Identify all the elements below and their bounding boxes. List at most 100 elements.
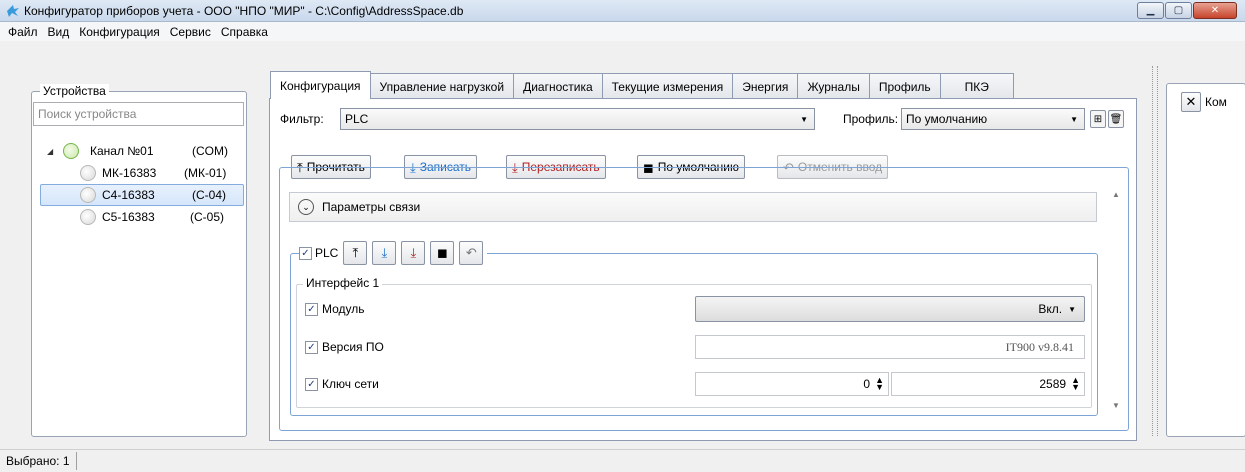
network-key-checkbox[interactable]: ✓ bbox=[305, 377, 318, 391]
save-profile-button[interactable]: ⊞ bbox=[1090, 110, 1106, 128]
tab-pqe[interactable]: ПКЭ bbox=[939, 73, 1014, 99]
plc-checkbox[interactable]: ✓ bbox=[299, 246, 312, 260]
menu-service[interactable]: Сервис bbox=[166, 25, 217, 39]
param-row-firmware: ✓ Версия ПО bbox=[305, 335, 384, 359]
scroll-up-icon[interactable]: ▲ bbox=[1112, 190, 1120, 199]
tree-item-channel[interactable]: ◢ Канал №01 (COM) bbox=[32, 140, 248, 162]
tab-profile[interactable]: Профиль bbox=[868, 73, 941, 99]
menu-help[interactable]: Справка bbox=[217, 25, 274, 39]
interface-title: Интерфейс 1 bbox=[303, 276, 383, 290]
close-icon: ✕ bbox=[1185, 94, 1197, 109]
status-dot-icon bbox=[63, 143, 79, 159]
panel-splitter[interactable] bbox=[1152, 66, 1158, 436]
plc-header: ✓ PLC ⤒ ⤓ ⤓ ◼ ↶ bbox=[299, 241, 488, 265]
chevron-down-icon: ⌄ bbox=[298, 199, 314, 215]
plc-label: PLC bbox=[315, 246, 339, 260]
close-button[interactable]: ✕ bbox=[1193, 2, 1237, 19]
network-key-value-2: 2589 bbox=[1039, 377, 1067, 391]
tab-diagnostics[interactable]: Диагностика bbox=[513, 73, 603, 99]
plc-group: ✓ PLC ⤒ ⤓ ⤓ ◼ ↶ Интерфейс 1 ✓ Модуль Вкл… bbox=[290, 241, 1098, 416]
right-panel-header: ✕ Ком bbox=[1181, 92, 1227, 112]
menu-view[interactable]: Вид bbox=[44, 25, 76, 39]
expand-arrow-icon[interactable]: ◢ bbox=[47, 147, 53, 156]
tree-item-name: С5-16383 bbox=[102, 210, 155, 224]
plc-read-button[interactable]: ⤒ bbox=[343, 241, 368, 265]
download-red-icon: ⤓ bbox=[410, 245, 417, 260]
tab-current-measurements[interactable]: Текущие измерения bbox=[601, 73, 734, 99]
tab-journals[interactable]: Журналы bbox=[797, 73, 870, 99]
profile-label: Профиль: bbox=[843, 112, 899, 126]
network-key-field-1[interactable]: 0 ▲ ▼ bbox=[695, 372, 889, 396]
selected-count: Выбрано: 1 bbox=[6, 454, 70, 468]
dropdown-arrow-icon: ▼ bbox=[1068, 304, 1076, 314]
comm-params-label: Параметры связи bbox=[322, 200, 421, 214]
device-search-input[interactable] bbox=[33, 102, 244, 126]
device-tree: ◢ Канал №01 (COM) МК-16383 (МК-01) С4-16… bbox=[32, 140, 248, 228]
menu-configuration[interactable]: Конфигурация bbox=[75, 25, 166, 39]
vertical-scrollbar[interactable]: ▲ ▼ bbox=[1109, 188, 1126, 412]
plc-undo-button[interactable]: ↶ bbox=[459, 241, 484, 265]
right-panel-close-button[interactable]: ✕ bbox=[1181, 92, 1201, 112]
download-icon: ⤓ bbox=[381, 245, 388, 260]
tab-strip: Конфигурация Управление нагрузкой Диагно… bbox=[270, 71, 1014, 99]
tree-item-tag: (COM) bbox=[192, 144, 228, 158]
profile-select[interactable]: По умолчанию ▼ bbox=[901, 108, 1085, 130]
tab-content: Фильтр: PLC ▼ Профиль: По умолчанию ▼ ⊞ … bbox=[269, 98, 1137, 441]
filter-select[interactable]: PLC ▼ bbox=[340, 108, 815, 130]
status-bar: Выбрано: 1 bbox=[0, 449, 1245, 472]
firmware-checkbox[interactable]: ✓ bbox=[305, 340, 318, 354]
window-title: Конфигуратор приборов учета - ООО "НПО "… bbox=[24, 3, 464, 18]
plc-overwrite-button[interactable]: ⤓ bbox=[401, 241, 426, 265]
tree-item-device[interactable]: С5-16383 (С-05) bbox=[32, 206, 248, 228]
maximize-icon: ▢ bbox=[1173, 4, 1184, 16]
plc-write-button[interactable]: ⤓ bbox=[372, 241, 397, 265]
tree-item-name: С4-16383 bbox=[102, 188, 155, 202]
dropdown-arrow-icon: ▼ bbox=[800, 114, 808, 124]
param-label: Ключ сети bbox=[322, 377, 379, 391]
undo-icon: ↶ bbox=[465, 245, 477, 260]
firmware-field: IT900 v9.8.41 bbox=[695, 335, 1085, 359]
menu-file[interactable]: Файл bbox=[4, 25, 44, 39]
network-key-value-1: 0 bbox=[863, 377, 871, 391]
plc-default-button[interactable]: ◼ bbox=[430, 241, 455, 265]
network-key-field-2[interactable]: 2589 ▲ ▼ bbox=[891, 372, 1085, 396]
profile-value: По умолчанию bbox=[906, 112, 988, 126]
dropdown-arrow-icon: ▼ bbox=[1070, 114, 1078, 124]
tree-item-tag: (С-04) bbox=[192, 188, 227, 202]
module-select[interactable]: Вкл. ▼ bbox=[695, 296, 1085, 322]
trash-icon: 🗑 bbox=[1109, 113, 1123, 125]
param-row-module: ✓ Модуль bbox=[305, 297, 365, 321]
tree-item-device-selected[interactable]: С4-16383 (С-04) bbox=[40, 184, 244, 206]
spinner-icon[interactable]: ▲ ▼ bbox=[875, 376, 884, 392]
tab-load-control[interactable]: Управление нагрузкой bbox=[369, 73, 515, 99]
status-separator bbox=[75, 452, 77, 470]
maximize-button[interactable]: ▢ bbox=[1165, 2, 1192, 19]
tree-item-device[interactable]: МК-16383 (МК-01) bbox=[32, 162, 248, 184]
param-row-network-key: ✓ Ключ сети bbox=[305, 372, 379, 396]
tree-item-name: МК-16383 bbox=[102, 166, 157, 180]
filter-label: Фильтр: bbox=[280, 112, 324, 126]
delete-profile-button[interactable]: 🗑 bbox=[1108, 110, 1124, 128]
filter-value: PLC bbox=[345, 112, 369, 126]
right-panel-title: Ком bbox=[1205, 95, 1227, 109]
firmware-value: IT900 v9.8.41 bbox=[1005, 339, 1074, 354]
module-value: Вкл. bbox=[1038, 302, 1063, 316]
tree-item-name: Канал №01 bbox=[90, 144, 154, 158]
devices-title: Устройства bbox=[40, 84, 109, 98]
minimize-icon: ▁ bbox=[1146, 4, 1155, 16]
tree-item-tag: (С-05) bbox=[190, 210, 225, 224]
module-checkbox[interactable]: ✓ bbox=[305, 302, 318, 316]
minimize-button[interactable]: ▁ bbox=[1137, 2, 1164, 19]
status-dot-icon bbox=[80, 209, 96, 225]
tab-configuration[interactable]: Конфигурация bbox=[270, 71, 371, 99]
spinner-icon[interactable]: ▲ ▼ bbox=[1071, 376, 1080, 392]
interface-group: Интерфейс 1 ✓ Модуль Вкл. ▼ ✓ Версия ПО bbox=[296, 276, 1092, 408]
tree-item-tag: (МК-01) bbox=[184, 166, 227, 180]
tab-energy[interactable]: Энергия bbox=[732, 73, 799, 99]
close-icon: ✕ bbox=[1210, 4, 1220, 16]
save-profile-icon: ⊞ bbox=[1093, 113, 1103, 125]
scroll-down-icon[interactable]: ▼ bbox=[1112, 401, 1120, 410]
main-panel: Конфигурация Управление нагрузкой Диагно… bbox=[260, 45, 1150, 441]
param-label: Модуль bbox=[322, 302, 365, 316]
comm-params-expander[interactable]: ⌄ Параметры связи bbox=[289, 192, 1097, 222]
